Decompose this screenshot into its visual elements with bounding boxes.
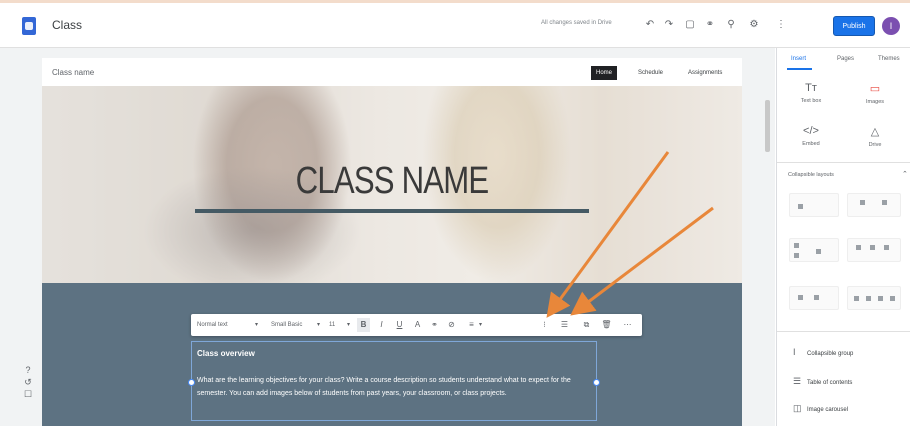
help-icon[interactable]: ?	[22, 364, 34, 376]
overview-section: Normal text ▾ Small Basic ▾ 11 ▾ B I U A…	[42, 283, 742, 426]
collapsible-group-item[interactable]: I Collapsible group	[793, 347, 853, 357]
paragraph-style-dropdown[interactable]: Normal text	[197, 319, 228, 331]
chevron-down-icon[interactable]: ▾	[317, 319, 320, 331]
chevron-down-icon[interactable]: ▾	[479, 319, 482, 331]
align-icon[interactable]: ≡	[465, 318, 478, 332]
collapsible-icon: I	[793, 347, 796, 357]
divider	[777, 162, 910, 163]
canvas-side-controls: ? ↺ ☐	[22, 364, 34, 400]
link-icon[interactable]: ⚭	[428, 318, 441, 332]
clear-formatting-icon[interactable]: ⊘	[445, 318, 458, 332]
layout-option[interactable]	[789, 193, 839, 217]
insert-images[interactable]: ▭ Images	[850, 82, 900, 105]
document-title[interactable]: Class	[52, 18, 82, 32]
resize-handle-right[interactable]	[593, 379, 600, 386]
link-icon[interactable]: ⚭	[701, 16, 719, 34]
chevron-down-icon[interactable]: ▾	[347, 319, 350, 331]
italic-icon[interactable]: I	[375, 318, 388, 332]
right-panel: Insert Pages Themes Tт Text box ▭ Images…	[776, 48, 910, 426]
chevron-down-icon[interactable]: ▾	[255, 319, 258, 331]
preview-icon[interactable]: ▢	[681, 16, 699, 34]
numbered-list-icon[interactable]: ⁝	[538, 318, 551, 332]
divider	[777, 331, 910, 332]
sites-logo-icon[interactable]	[22, 17, 36, 35]
toc-icon: ☰	[793, 376, 802, 386]
delete-icon[interactable]: 🗑	[600, 318, 613, 332]
nav-item-schedule[interactable]: Schedule	[633, 66, 668, 80]
drive-icon: △	[870, 126, 880, 138]
underline-icon[interactable]: U	[393, 318, 406, 332]
layout-option[interactable]	[789, 238, 839, 262]
embed-icon: </>	[803, 125, 819, 137]
site-page: Class name Home Schedule Assignments CLA…	[42, 58, 742, 426]
carousel-icon: ◫	[793, 403, 802, 413]
layouts-heading: Collapsible layouts	[788, 172, 834, 178]
image-carousel-item[interactable]: ◫ Image carousel	[793, 403, 848, 414]
text-formatting-toolbar: Normal text ▾ Small Basic ▾ 11 ▾ B I U A…	[191, 314, 642, 336]
nav-item-assignments[interactable]: Assignments	[683, 66, 727, 80]
more-horiz-icon[interactable]: ⋯	[621, 318, 634, 332]
site-header: Class name Home Schedule Assignments	[42, 58, 742, 86]
layout-option[interactable]	[847, 286, 901, 310]
nav-item-home[interactable]: Home	[591, 66, 618, 80]
site-name[interactable]: Class name	[52, 68, 94, 77]
table-of-contents-item[interactable]: ☰ Table of contents	[793, 376, 852, 387]
tab-themes[interactable]: Themes	[878, 56, 900, 62]
canvas-scrollbar[interactable]	[765, 100, 770, 152]
tab-insert[interactable]: Insert	[791, 56, 806, 62]
insert-drive[interactable]: △ Drive	[850, 125, 900, 148]
active-tab-indicator	[787, 68, 812, 70]
overview-heading[interactable]: Class overview	[197, 349, 255, 358]
sites-editor: Class All changes saved in Drive ↶ ↷ ▢ ⚭…	[0, 0, 910, 426]
text-box-icon: Tт	[805, 82, 817, 94]
overview-text-box[interactable]: Class overview What are the learning obj…	[188, 341, 600, 421]
image-icon: ▭	[869, 83, 881, 95]
insert-embed[interactable]: </> Embed	[786, 125, 836, 147]
redo-icon[interactable]: ↷	[660, 16, 678, 34]
hero-title[interactable]: CLASS NAME	[105, 160, 679, 203]
settings-icon[interactable]: ⚙	[745, 16, 763, 34]
editor-canvas: Class name Home Schedule Assignments CLA…	[0, 48, 775, 426]
top-toolbar: Class All changes saved in Drive ↶ ↷ ▢ ⚭…	[0, 0, 910, 48]
more-vert-icon[interactable]: ⋮	[772, 16, 790, 34]
report-icon[interactable]: ☐	[22, 388, 34, 400]
publish-button[interactable]: Publish	[833, 16, 875, 36]
text-color-icon[interactable]: A	[411, 318, 424, 332]
chevron-up-icon[interactable]: ⌃	[902, 170, 908, 178]
layout-option[interactable]	[789, 286, 839, 310]
avatar[interactable]: I	[882, 17, 900, 35]
layout-option[interactable]	[847, 193, 901, 217]
hero-banner[interactable]: CLASS NAME	[42, 86, 742, 283]
layout-option[interactable]	[847, 238, 901, 262]
overview-body[interactable]: What are the learning objectives for you…	[197, 374, 597, 400]
save-status: All changes saved in Drive	[541, 20, 612, 26]
font-size-dropdown[interactable]: 11	[329, 319, 335, 331]
undo-circle-icon[interactable]: ↺	[22, 376, 34, 388]
bulleted-list-icon[interactable]: ☰	[558, 318, 571, 332]
font-dropdown[interactable]: Small Basic	[271, 319, 302, 331]
add-person-icon[interactable]: ⚲	[722, 16, 740, 34]
bold-icon[interactable]: B	[357, 318, 370, 332]
insert-text-box[interactable]: Tт Text box	[786, 82, 836, 104]
resize-handle-left[interactable]	[188, 379, 195, 386]
copy-icon[interactable]: ⧉	[580, 318, 593, 332]
hero-title-underline	[195, 209, 589, 213]
tab-pages[interactable]: Pages	[837, 56, 854, 62]
undo-icon[interactable]: ↶	[641, 16, 659, 34]
